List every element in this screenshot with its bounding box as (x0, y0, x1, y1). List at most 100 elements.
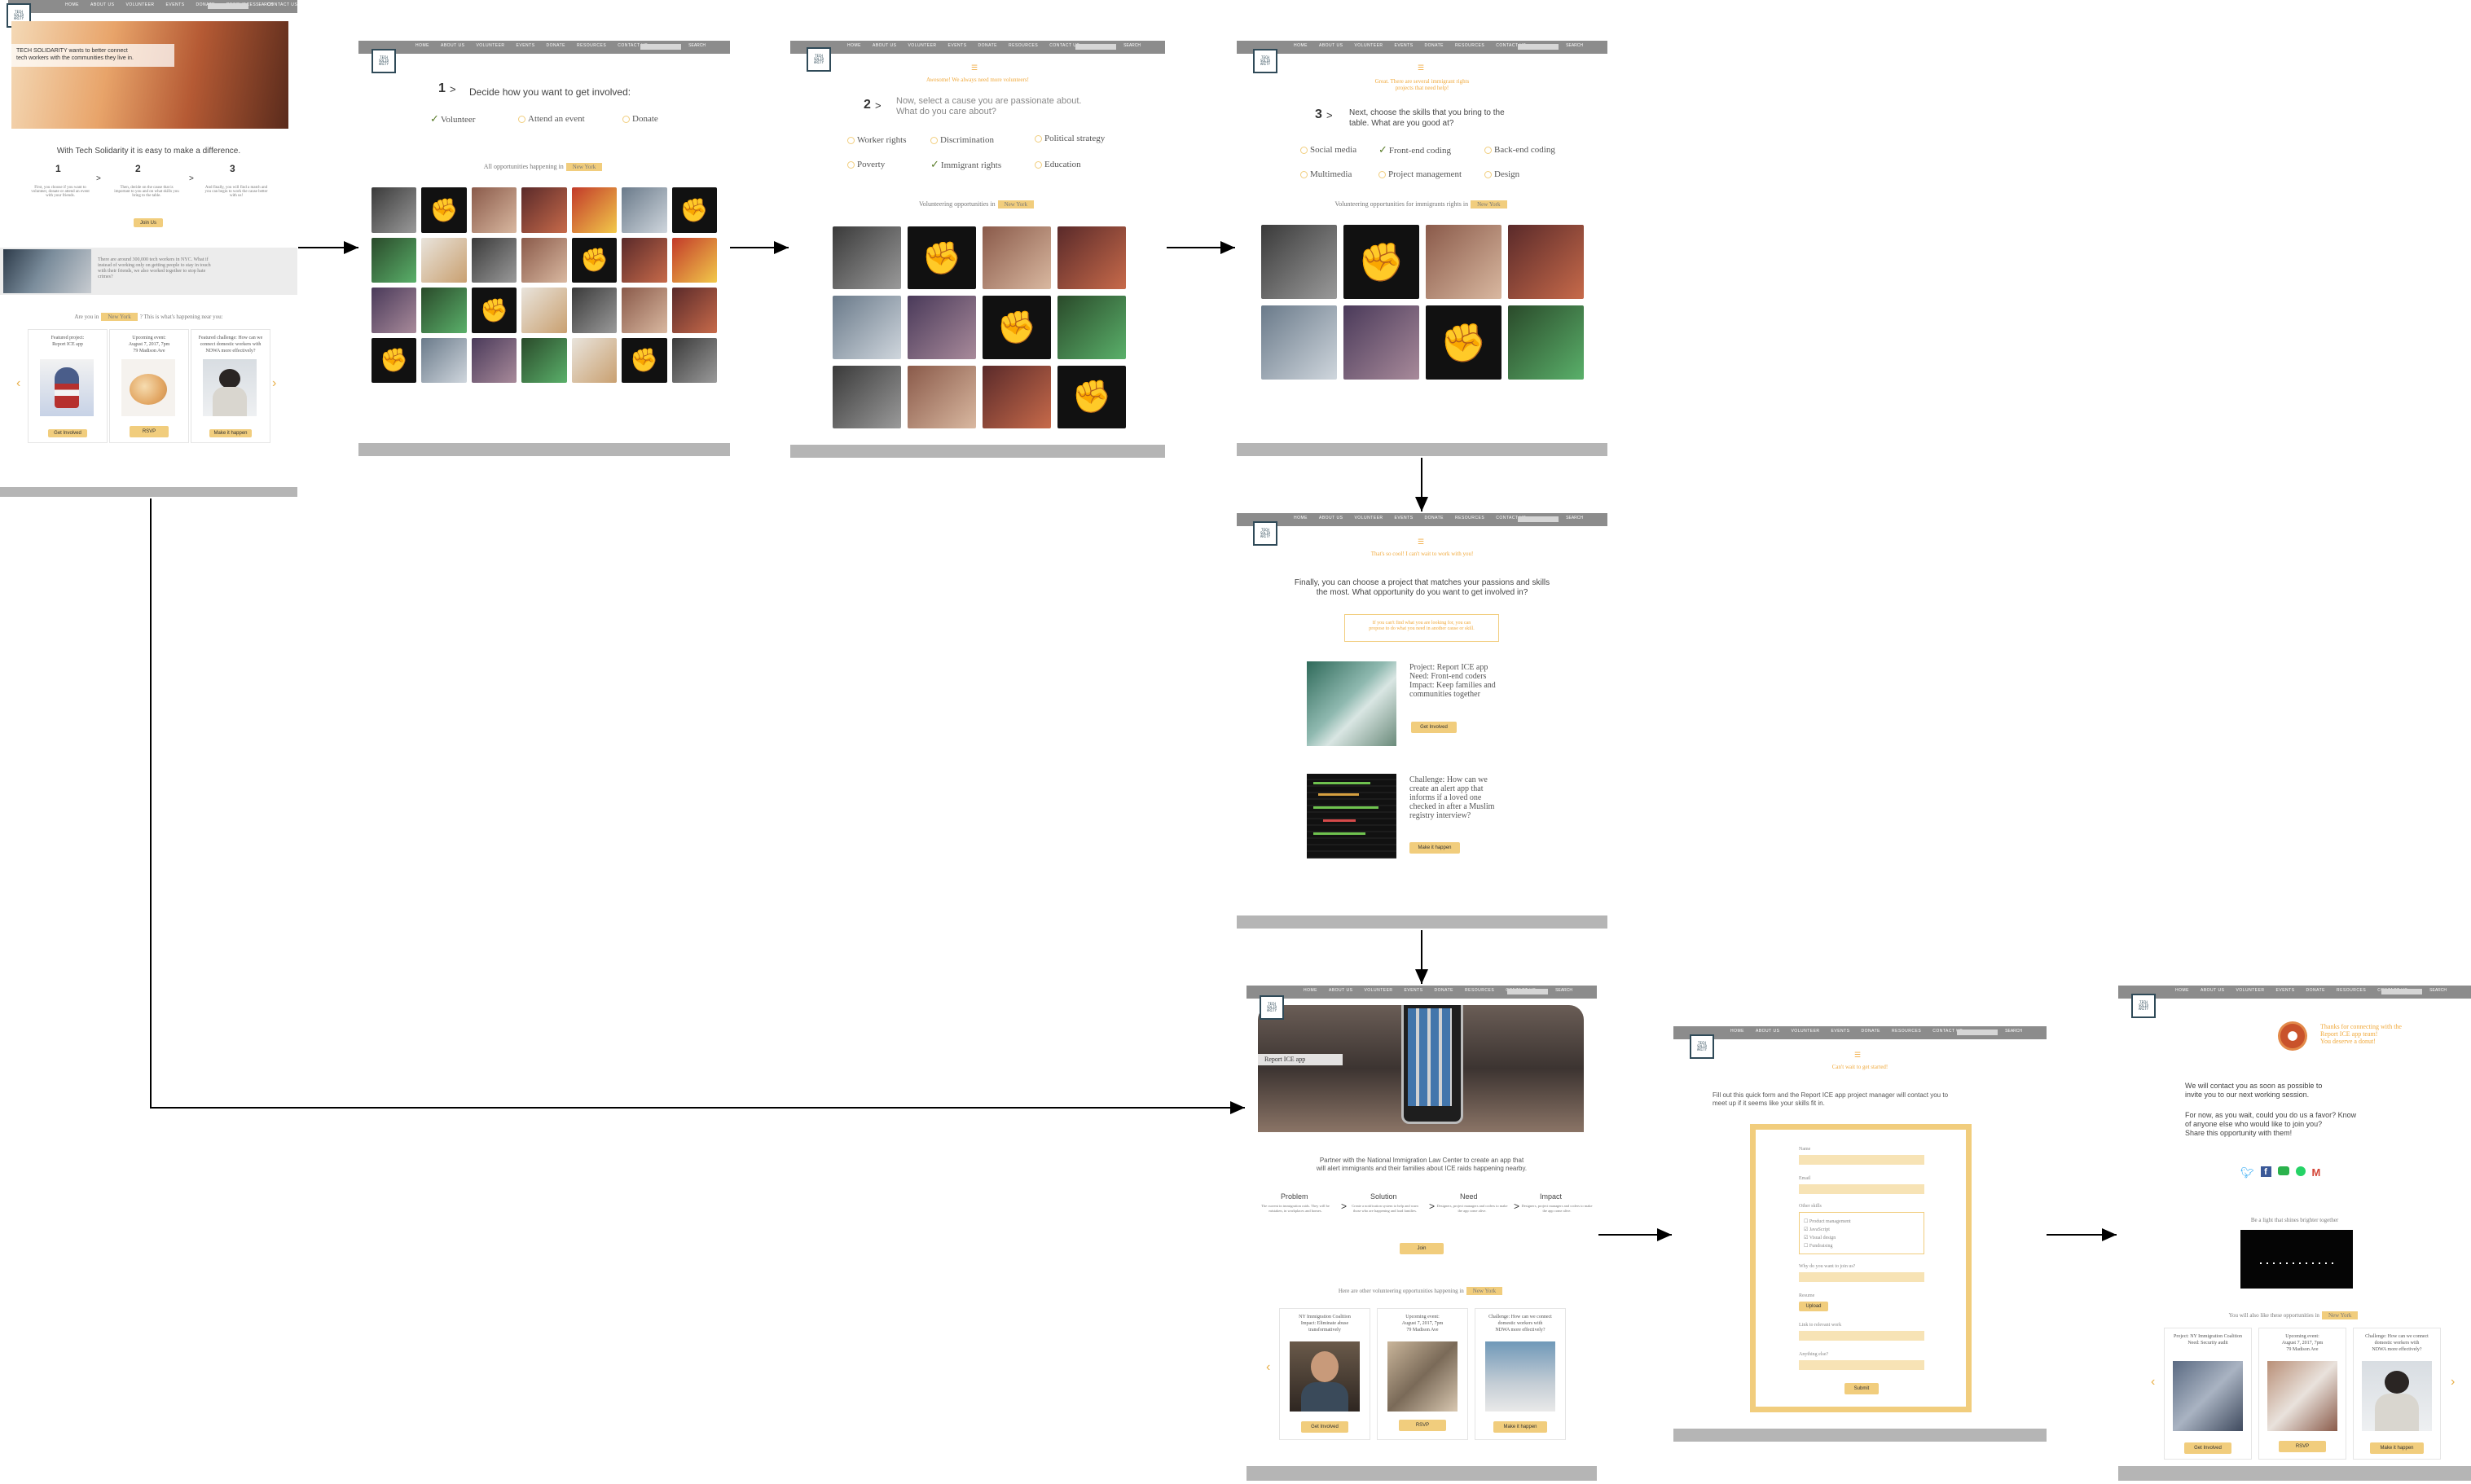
nav-resources[interactable]: RESOURCES (1009, 43, 1038, 48)
opportunity-thumbnail[interactable] (521, 337, 567, 383)
nav-events[interactable]: EVENTS (517, 43, 535, 48)
opportunity-thumbnail[interactable] (421, 288, 467, 333)
opportunity-thumbnail[interactable] (671, 237, 717, 283)
city-select[interactable]: New York (2321, 1311, 2359, 1319)
nav-donate[interactable]: DONATE (978, 43, 997, 48)
option-political-strategy[interactable]: Political strategy (1035, 134, 1105, 143)
option-back-end-coding[interactable]: Back-end coding (1484, 145, 1555, 155)
opportunity-thumbnail[interactable] (1261, 305, 1337, 380)
nav-volunteer[interactable]: VOLUNTEER (476, 43, 504, 48)
opportunity-thumbnail[interactable] (471, 187, 517, 233)
opportunity-thumbnail[interactable] (1508, 305, 1584, 380)
search-input[interactable] (1957, 1030, 1998, 1035)
opportunity-thumbnail[interactable]: ✊ (1343, 225, 1419, 299)
nav-home[interactable]: HOME (1294, 516, 1308, 520)
search-input[interactable] (2381, 989, 2422, 994)
logo[interactable]: TECH SOLID ARITY (1260, 995, 1284, 1020)
opportunity-thumbnail[interactable] (1343, 305, 1419, 380)
nav-about[interactable]: ABOUT US (2201, 988, 2224, 993)
opportunity-thumbnail[interactable] (571, 337, 618, 383)
nav-volunteer[interactable]: VOLUNTEER (908, 43, 936, 48)
nav-donate[interactable]: DONATE (1425, 516, 1444, 520)
opportunity-thumbnail[interactable] (833, 296, 901, 359)
carousel-prev-icon[interactable]: ‹ (2151, 1375, 2155, 1390)
nav-events[interactable]: EVENTS (166, 2, 185, 7)
nav-events[interactable]: EVENTS (948, 43, 967, 48)
option-project-management[interactable]: Project management (1378, 169, 1462, 179)
nav-about[interactable]: ABOUT US (1756, 1029, 1779, 1034)
nav-events[interactable]: EVENTS (1395, 43, 1414, 48)
city-select[interactable]: New York (565, 163, 603, 171)
opportunity-thumbnail[interactable] (372, 237, 417, 283)
opportunity-thumbnail[interactable] (372, 288, 417, 333)
join-button[interactable]: Join (1400, 1243, 1444, 1254)
option-volunteer[interactable]: ✓ Volunteer (430, 112, 475, 125)
nav-home[interactable]: HOME (65, 2, 79, 7)
carousel-prev-icon[interactable]: ‹ (1266, 1360, 1270, 1375)
opportunity-thumbnail[interactable] (1508, 225, 1584, 299)
nav-volunteer[interactable]: VOLUNTEER (1354, 516, 1383, 520)
get-involved-button[interactable]: Get Involved (1411, 722, 1457, 733)
nav-about[interactable]: ABOUT US (1319, 43, 1343, 48)
opportunity-thumbnail[interactable] (833, 365, 901, 428)
nav-resources[interactable]: RESOURCES (577, 43, 606, 48)
opportunity-thumbnail[interactable] (471, 337, 517, 383)
nav-home[interactable]: HOME (2175, 988, 2189, 993)
opportunity-thumbnail[interactable]: ✊ (372, 337, 417, 383)
opportunity-thumbnail[interactable] (833, 226, 901, 290)
nav-resources[interactable]: RESOURCES (1455, 43, 1484, 48)
logo[interactable]: TECH SOLID ARITY (1253, 49, 1277, 73)
skill-option[interactable]: ☑ Visual design (1804, 1235, 1836, 1240)
skill-option[interactable]: ☐ Product management (1804, 1218, 1851, 1224)
opportunity-thumbnail[interactable] (622, 237, 667, 283)
opportunity-thumbnail[interactable] (571, 288, 618, 333)
opportunity-thumbnail[interactable] (571, 187, 618, 233)
opportunity-thumbnail[interactable] (1426, 225, 1502, 299)
opportunity-thumbnail[interactable]: ✊ (671, 187, 717, 233)
opportunity-thumbnail[interactable] (471, 237, 517, 283)
opportunity-thumbnail[interactable] (1057, 296, 1126, 359)
opportunity-thumbnail[interactable]: ✊ (421, 187, 467, 233)
search-input[interactable] (1518, 44, 1559, 50)
opportunity-thumbnail[interactable] (671, 337, 717, 383)
city-select[interactable]: New York (1466, 1287, 1503, 1295)
card-button[interactable]: RSVP (1399, 1420, 1446, 1431)
search-input[interactable] (1507, 989, 1548, 994)
submit-button[interactable]: Submit (1844, 1383, 1879, 1394)
opportunity-thumbnail[interactable] (421, 337, 467, 383)
whatsapp-icon[interactable] (2295, 1166, 2306, 1176)
why-field[interactable] (1799, 1272, 1924, 1282)
logo[interactable]: TECH SOLID ARITY (1253, 521, 1277, 546)
logo[interactable]: TECH SOLID ARITY (1690, 1034, 1714, 1059)
facebook-icon[interactable]: f (2260, 1166, 2271, 1177)
card-button[interactable]: RSVP (2279, 1441, 2326, 1452)
opportunity-thumbnail[interactable] (622, 288, 667, 333)
opportunity-thumbnail[interactable] (908, 365, 976, 428)
nav-donate[interactable]: DONATE (2306, 988, 2325, 993)
message-icon[interactable] (2277, 1166, 2289, 1175)
search-input[interactable] (1518, 516, 1559, 522)
search-input[interactable] (1075, 44, 1116, 50)
option-attend-event[interactable]: Attend an event (518, 114, 585, 124)
name-field[interactable] (1799, 1155, 1924, 1165)
nav-resources[interactable]: RESOURCES (1465, 988, 1494, 993)
logo[interactable]: TECH SOLID ARITY (2131, 994, 2156, 1018)
option-front-end-coding[interactable]: ✓ Front-end coding (1378, 143, 1451, 156)
option-design[interactable]: Design (1484, 169, 1519, 179)
card-button[interactable]: Get Involved (48, 429, 87, 437)
nav-events[interactable]: EVENTS (1405, 988, 1423, 993)
nav-donate[interactable]: DONATE (1435, 988, 1453, 993)
opportunity-thumbnail[interactable]: ✊ (1057, 365, 1126, 428)
nav-about[interactable]: ABOUT US (1319, 516, 1343, 520)
card-button[interactable]: Make it happen (2370, 1442, 2424, 1454)
option-poverty[interactable]: Poverty (847, 160, 885, 169)
carousel-prev-icon[interactable]: ‹ (16, 376, 20, 391)
nav-home[interactable]: HOME (1304, 988, 1317, 993)
option-worker-rights[interactable]: Worker rights (847, 135, 907, 145)
option-social-media[interactable]: Social media (1300, 145, 1356, 155)
nav-resources[interactable]: RESOURCES (2337, 988, 2366, 993)
nav-donate[interactable]: DONATE (1862, 1029, 1880, 1034)
nav-resources[interactable]: RESOURCES (1892, 1029, 1921, 1034)
card-button[interactable]: Make it happen (209, 429, 252, 437)
search-input[interactable] (640, 44, 681, 50)
